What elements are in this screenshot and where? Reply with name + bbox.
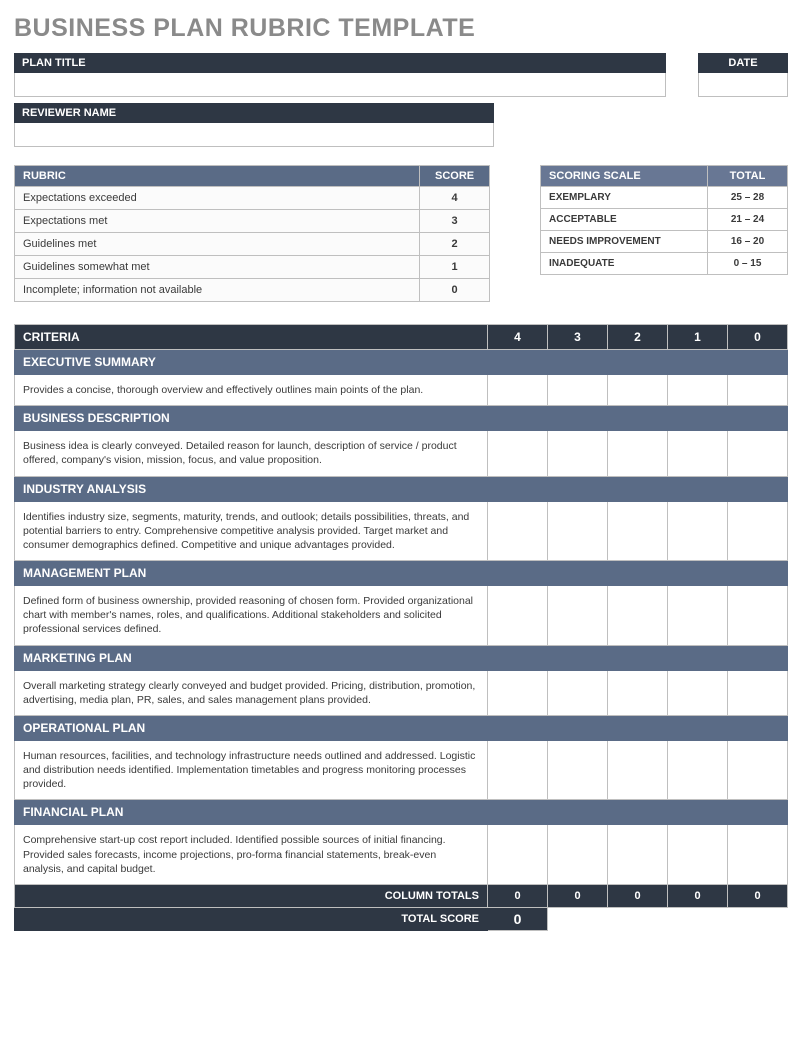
score-cell[interactable]: [488, 670, 548, 715]
score-cell[interactable]: [728, 586, 788, 646]
rubric-label: Guidelines met: [15, 233, 420, 256]
score-cell[interactable]: [608, 431, 668, 476]
criteria-section: OPERATIONAL PLAN: [15, 715, 788, 740]
criteria-desc: Identifies industry size, segments, matu…: [15, 501, 488, 561]
rubric-score: 2: [420, 233, 490, 256]
score-cell[interactable]: [488, 501, 548, 561]
criteria-table: CRITERIA 4 3 2 1 0 EXECUTIVE SUMMARY Pro…: [14, 324, 788, 931]
score-cell[interactable]: [728, 375, 788, 406]
scale-range: 0 – 15: [708, 253, 788, 275]
score-cell[interactable]: [488, 740, 548, 800]
criteria-col: 4: [488, 325, 548, 350]
criteria-section: BUSINESS DESCRIPTION: [15, 406, 788, 431]
score-cell[interactable]: [548, 375, 608, 406]
score-cell[interactable]: [488, 375, 548, 406]
score-cell[interactable]: [608, 825, 668, 885]
reviewer-input[interactable]: [14, 123, 494, 147]
score-cell[interactable]: [548, 825, 608, 885]
criteria-col: 2: [608, 325, 668, 350]
plan-title-label: PLAN TITLE: [14, 53, 666, 73]
score-cell[interactable]: [488, 825, 548, 885]
scale-range: 25 – 28: [708, 187, 788, 209]
total-score-label: TOTAL SCORE: [15, 907, 488, 930]
criteria-desc: Comprehensive start-up cost report inclu…: [15, 825, 488, 885]
page-title: BUSINESS PLAN RUBRIC TEMPLATE: [14, 14, 788, 43]
score-cell[interactable]: [548, 431, 608, 476]
score-cell[interactable]: [548, 740, 608, 800]
criteria-section: MARKETING PLAN: [15, 645, 788, 670]
score-cell[interactable]: [668, 501, 728, 561]
rubric-header: RUBRIC: [15, 166, 420, 187]
rubric-score: 3: [420, 210, 490, 233]
score-cell[interactable]: [668, 586, 728, 646]
score-cell[interactable]: [668, 825, 728, 885]
rubric-table: RUBRIC SCORE Expectations exceeded4 Expe…: [14, 165, 490, 302]
score-cell[interactable]: [548, 586, 608, 646]
rubric-score: 0: [420, 279, 490, 302]
score-cell[interactable]: [488, 431, 548, 476]
reviewer-label: REVIEWER NAME: [14, 103, 494, 123]
scale-label: INADEQUATE: [541, 253, 708, 275]
scale-label: ACCEPTABLE: [541, 209, 708, 231]
criteria-section: INDUSTRY ANALYSIS: [15, 476, 788, 501]
scale-label: NEEDS IMPROVEMENT: [541, 231, 708, 253]
scale-range: 21 – 24: [708, 209, 788, 231]
score-cell[interactable]: [608, 375, 668, 406]
rubric-label: Expectations exceeded: [15, 187, 420, 210]
score-cell[interactable]: [668, 670, 728, 715]
plan-title-input[interactable]: [14, 73, 666, 97]
rubric-score: 1: [420, 256, 490, 279]
date-label: DATE: [698, 53, 788, 73]
criteria-desc: Business idea is clearly conveyed. Detai…: [15, 431, 488, 476]
criteria-section: MANAGEMENT PLAN: [15, 561, 788, 586]
criteria-col: 1: [668, 325, 728, 350]
criteria-desc: Human resources, facilities, and technol…: [15, 740, 488, 800]
column-total: 0: [548, 884, 608, 907]
score-cell[interactable]: [668, 740, 728, 800]
total-header: TOTAL: [708, 166, 788, 187]
criteria-desc: Provides a concise, thorough overview an…: [15, 375, 488, 406]
score-cell[interactable]: [668, 431, 728, 476]
column-total: 0: [728, 884, 788, 907]
score-cell[interactable]: [608, 740, 668, 800]
score-cell[interactable]: [548, 501, 608, 561]
score-cell[interactable]: [728, 740, 788, 800]
criteria-section: EXECUTIVE SUMMARY: [15, 350, 788, 375]
score-cell[interactable]: [668, 375, 728, 406]
column-total: 0: [488, 884, 548, 907]
scoring-scale-table: SCORING SCALE TOTAL EXEMPLARY25 – 28 ACC…: [540, 165, 788, 275]
score-cell[interactable]: [728, 670, 788, 715]
rubric-label: Incomplete; information not available: [15, 279, 420, 302]
column-total: 0: [668, 884, 728, 907]
scale-label: EXEMPLARY: [541, 187, 708, 209]
rubric-score: 4: [420, 187, 490, 210]
scale-header: SCORING SCALE: [541, 166, 708, 187]
criteria-section: FINANCIAL PLAN: [15, 800, 788, 825]
criteria-desc: Defined form of business ownership, prov…: [15, 586, 488, 646]
score-cell[interactable]: [548, 670, 608, 715]
total-score-value: 0: [488, 907, 548, 930]
column-total: 0: [608, 884, 668, 907]
score-cell[interactable]: [488, 586, 548, 646]
score-header: SCORE: [420, 166, 490, 187]
score-cell[interactable]: [728, 825, 788, 885]
criteria-col: 0: [728, 325, 788, 350]
score-cell[interactable]: [608, 670, 668, 715]
rubric-label: Guidelines somewhat met: [15, 256, 420, 279]
date-input[interactable]: [698, 73, 788, 97]
criteria-col: 3: [548, 325, 608, 350]
score-cell[interactable]: [608, 501, 668, 561]
criteria-desc: Overall marketing strategy clearly conve…: [15, 670, 488, 715]
column-totals-label: COLUMN TOTALS: [15, 884, 488, 907]
scale-range: 16 – 20: [708, 231, 788, 253]
rubric-label: Expectations met: [15, 210, 420, 233]
criteria-header: CRITERIA: [15, 325, 488, 350]
score-cell[interactable]: [728, 501, 788, 561]
score-cell[interactable]: [728, 431, 788, 476]
score-cell[interactable]: [608, 586, 668, 646]
